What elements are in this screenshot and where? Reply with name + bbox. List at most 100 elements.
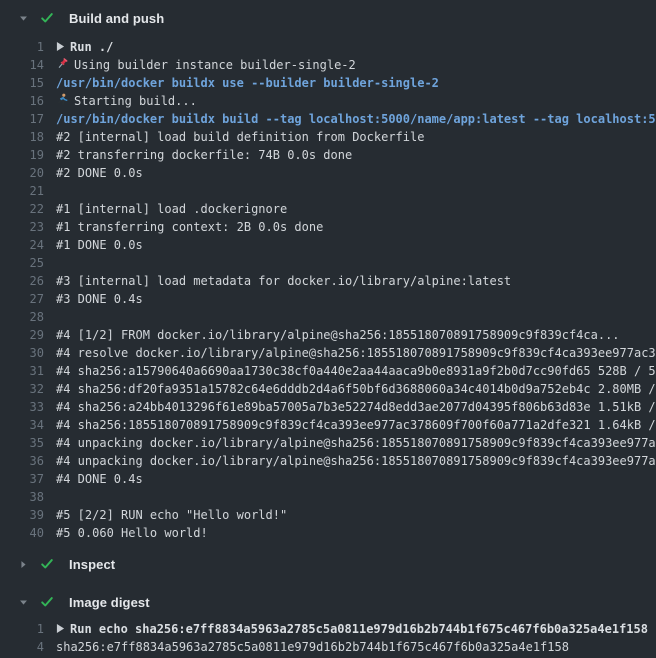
log-line: 26 #3 [internal] load metadata for docker… — [0, 272, 656, 290]
chevron-down-icon[interactable] — [18, 597, 30, 608]
log-line: 29 #4 [1/2] FROM docker.io/library/alpine… — [0, 326, 656, 344]
log-text-value: #2 transferring dockerfile: 74B 0.0s don… — [56, 148, 352, 162]
line-number-link[interactable]: 28 — [0, 308, 44, 326]
line-number-link[interactable]: 35 — [0, 434, 44, 452]
line-number-link[interactable]: 30 — [0, 344, 44, 362]
line-number-link[interactable]: 1 — [0, 38, 44, 56]
log-line: 1 Run ./ — [0, 38, 656, 56]
run-group-toggle[interactable]: Run ./ — [56, 38, 113, 56]
log-text: Starting build... — [56, 92, 197, 110]
line-number-link[interactable]: 21 — [0, 182, 44, 200]
line-number-link[interactable]: 27 — [0, 290, 44, 308]
chevron-right-icon[interactable] — [18, 559, 30, 570]
log-text-value: #5 0.060 Hello world! — [56, 526, 208, 540]
log-line: 18 #2 [internal] load build definition fr… — [0, 128, 656, 146]
runner-icon — [56, 92, 69, 110]
log-text-value: Run ./ — [70, 40, 113, 54]
line-number-link[interactable]: 25 — [0, 254, 44, 272]
line-number-link[interactable]: 31 — [0, 362, 44, 380]
log-text: #3 DONE 0.4s — [56, 290, 143, 308]
log-text-value: #4 sha256:df20fa9351a15782c64e6dddb2d4a6… — [56, 382, 656, 396]
log-line: 36#4 unpacking docker.io/library/alpine@… — [0, 452, 656, 470]
log-text-value: #1 [internal] load .dockerignore — [56, 202, 287, 216]
log-text: /usr/bin/docker buildx use --builder bui… — [56, 74, 439, 92]
log-text-value: Starting build... — [74, 94, 197, 108]
step-log-lines: 1 Run ./ 14 Using builder instance builder-… — [0, 38, 656, 550]
line-number-link[interactable]: 1 — [0, 620, 44, 638]
run-group-toggle[interactable]: Run echo sha256:e7ff8834a5963a2785c5a081… — [56, 620, 648, 638]
line-number-link[interactable]: 33 — [0, 398, 44, 416]
line-number-link[interactable]: 20 — [0, 164, 44, 182]
log-text-value: #2 [internal] load build definition from… — [56, 130, 424, 144]
log-line: 34#4 sha256:185518070891758909c9f839cf4c… — [0, 416, 656, 434]
line-number-link[interactable]: 14 — [0, 56, 44, 74]
log-line: 35#4 unpacking docker.io/library/alpine@… — [0, 434, 656, 452]
log-text: #4 resolve docker.io/library/alpine@sha2… — [56, 344, 656, 362]
line-number-link[interactable]: 26 — [0, 272, 44, 290]
step-header-build-and-push[interactable]: Build and push — [0, 4, 656, 32]
step-title: Build and push — [69, 11, 164, 26]
line-number-link[interactable]: 40 — [0, 524, 44, 542]
line-number-link[interactable]: 29 — [0, 326, 44, 344]
line-number-link[interactable]: 24 — [0, 236, 44, 254]
play-icon[interactable] — [56, 620, 65, 638]
log-line: 4 sha256:e7ff8834a5963a2785c5a0811e979d16… — [0, 638, 656, 656]
line-number-link[interactable]: 22 — [0, 200, 44, 218]
log-text-value: #4 DONE 0.4s — [56, 472, 143, 486]
line-number-link[interactable]: 39 — [0, 506, 44, 524]
line-number-link[interactable]: 15 — [0, 74, 44, 92]
log-line: 21 — [0, 182, 656, 200]
log-text-value: sha256:e7ff8834a5963a2785c5a0811e979d16b… — [56, 640, 569, 654]
step-title: Inspect — [69, 557, 115, 572]
log-text-value: Using builder instance builder-single-2 — [74, 58, 356, 72]
log-text-value: #4 [1/2] FROM docker.io/library/alpine@s… — [56, 328, 620, 342]
line-number-link[interactable]: 32 — [0, 380, 44, 398]
step-header-inspect[interactable]: Inspect — [0, 550, 656, 578]
workflow-log-viewer: Build and push 1Run ./14Using builder in… — [0, 0, 656, 658]
log-line: 33 #4 sha256:a24bb4013296f61e89ba57005a7b… — [0, 398, 656, 416]
log-text: #1 DONE 0.0s — [56, 236, 143, 254]
line-number-link[interactable]: 37 — [0, 470, 44, 488]
line-number-link[interactable]: 36 — [0, 452, 44, 470]
log-line: 27 #3 DONE 0.4s — [0, 290, 656, 308]
log-text: #4 sha256:df20fa9351a15782c64e6dddb2d4a6… — [56, 380, 656, 398]
log-text: #1 transferring context: 2B 0.0s done — [56, 218, 323, 236]
log-text: #4 [1/2] FROM docker.io/library/alpine@s… — [56, 326, 620, 344]
log-line: 1 Run echo sha256:e7ff8834a5963a2785c5a08… — [0, 620, 656, 638]
step-header-image-digest[interactable]: Image digest — [0, 588, 656, 616]
log-text: #2 DONE 0.0s — [56, 164, 143, 182]
log-text: #4 sha256:a24bb4013296f61e89ba57005a7b3e… — [56, 398, 656, 416]
line-number-link[interactable]: 34 — [0, 416, 44, 434]
chevron-down-icon[interactable] — [18, 13, 30, 24]
log-text: sha256:e7ff8834a5963a2785c5a0811e979d16b… — [56, 638, 569, 656]
step-section-inspect: Inspect — [0, 550, 656, 578]
log-text: #2 [internal] load build definition from… — [56, 128, 424, 146]
log-line: 23 #1 transferring context: 2B 0.0s done — [0, 218, 656, 236]
log-text-value: /usr/bin/docker buildx build --tag local… — [56, 112, 656, 126]
log-text: #4 DONE 0.4s — [56, 470, 143, 488]
step-title: Image digest — [69, 595, 150, 610]
line-number-link[interactable]: 23 — [0, 218, 44, 236]
line-number-link[interactable]: 4 — [0, 638, 44, 656]
play-icon[interactable] — [56, 38, 65, 56]
log-line: 37 #4 DONE 0.4s — [0, 470, 656, 488]
log-text-value: #1 transferring context: 2B 0.0s done — [56, 220, 323, 234]
log-line: 15/usr/bin/docker buildx use --builder b… — [0, 74, 656, 92]
line-number-link[interactable]: 16 — [0, 92, 44, 110]
line-number-link[interactable]: 18 — [0, 128, 44, 146]
line-number-link[interactable]: 38 — [0, 488, 44, 506]
log-text-value: Run echo sha256:e7ff8834a5963a2785c5a081… — [70, 622, 648, 636]
log-text: #3 [internal] load metadata for docker.i… — [56, 272, 511, 290]
line-number-link[interactable]: 19 — [0, 146, 44, 164]
log-text: #1 [internal] load .dockerignore — [56, 200, 287, 218]
log-line: 39 #5 [2/2] RUN echo "Hello world!" — [0, 506, 656, 524]
log-text: /usr/bin/docker buildx build --tag local… — [56, 110, 656, 128]
check-success-icon — [40, 11, 54, 25]
log-line: 16 Starting build... — [0, 92, 656, 110]
log-text: #5 [2/2] RUN echo "Hello world!" — [56, 506, 287, 524]
log-line: 19 #2 transferring dockerfile: 74B 0.0s d… — [0, 146, 656, 164]
line-number-link[interactable]: 17 — [0, 110, 44, 128]
log-text-value: #5 [2/2] RUN echo "Hello world!" — [56, 508, 287, 522]
check-success-icon — [40, 557, 54, 571]
log-text-value: #4 resolve docker.io/library/alpine@sha2… — [56, 346, 656, 360]
